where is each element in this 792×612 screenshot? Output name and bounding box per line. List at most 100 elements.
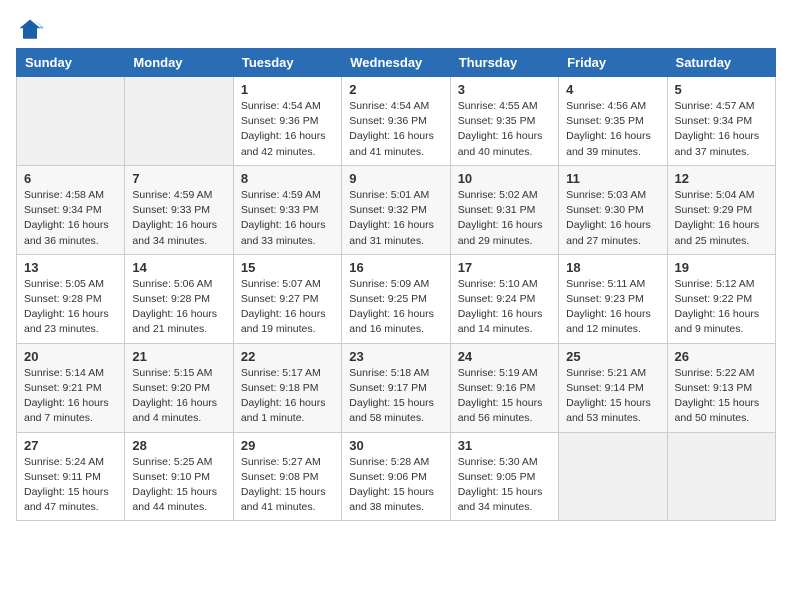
logo <box>16 16 48 44</box>
calendar-cell <box>559 432 667 521</box>
calendar-header-row: SundayMondayTuesdayWednesdayThursdayFrid… <box>17 49 776 77</box>
day-info: Sunrise: 5:28 AMSunset: 9:06 PMDaylight:… <box>349 455 442 516</box>
day-info: Sunrise: 5:03 AMSunset: 9:30 PMDaylight:… <box>566 188 659 249</box>
calendar-cell: 12 Sunrise: 5:04 AMSunset: 9:29 PMDayligh… <box>667 165 775 254</box>
day-info: Sunrise: 4:57 AMSunset: 9:34 PMDaylight:… <box>675 99 768 160</box>
day-info: Sunrise: 5:07 AMSunset: 9:27 PMDaylight:… <box>241 277 334 338</box>
day-number: 13 <box>24 260 117 275</box>
day-number: 3 <box>458 82 551 97</box>
day-info: Sunrise: 5:18 AMSunset: 9:17 PMDaylight:… <box>349 366 442 427</box>
calendar-cell: 5 Sunrise: 4:57 AMSunset: 9:34 PMDaylight… <box>667 77 775 166</box>
day-info: Sunrise: 5:06 AMSunset: 9:28 PMDaylight:… <box>132 277 225 338</box>
day-info: Sunrise: 5:10 AMSunset: 9:24 PMDaylight:… <box>458 277 551 338</box>
day-number: 31 <box>458 438 551 453</box>
calendar-week-row: 6 Sunrise: 4:58 AMSunset: 9:34 PMDaylight… <box>17 165 776 254</box>
day-info: Sunrise: 4:54 AMSunset: 9:36 PMDaylight:… <box>241 99 334 160</box>
day-info: Sunrise: 5:19 AMSunset: 9:16 PMDaylight:… <box>458 366 551 427</box>
day-info: Sunrise: 4:58 AMSunset: 9:34 PMDaylight:… <box>24 188 117 249</box>
calendar-cell: 9Sunrise: 5:01 AMSunset: 9:32 PMDaylight… <box>342 165 450 254</box>
day-info: Sunrise: 4:55 AMSunset: 9:35 PMDaylight:… <box>458 99 551 160</box>
day-info: Sunrise: 5:12 AMSunset: 9:22 PMDaylight:… <box>675 277 768 338</box>
calendar-cell: 17 Sunrise: 5:10 AMSunset: 9:24 PMDayligh… <box>450 254 558 343</box>
day-number: 23 <box>349 349 442 364</box>
calendar-header-monday: Monday <box>125 49 233 77</box>
day-number: 11 <box>566 171 659 186</box>
day-number: 12 <box>675 171 768 186</box>
calendar-cell: 14 Sunrise: 5:06 AMSunset: 9:28 PMDayligh… <box>125 254 233 343</box>
calendar-cell: 10 Sunrise: 5:02 AMSunset: 9:31 PMDayligh… <box>450 165 558 254</box>
calendar-header-friday: Friday <box>559 49 667 77</box>
calendar-cell: 20 Sunrise: 5:14 AMSunset: 9:21 PMDayligh… <box>17 343 125 432</box>
calendar-cell: 22 Sunrise: 5:17 AMSunset: 9:18 PMDayligh… <box>233 343 341 432</box>
calendar-week-row: 1 Sunrise: 4:54 AMSunset: 9:36 PMDaylight… <box>17 77 776 166</box>
day-number: 8 <box>241 171 334 186</box>
day-info: Sunrise: 5:24 AMSunset: 9:11 PMDaylight:… <box>24 455 117 516</box>
day-number: 16 <box>349 260 442 275</box>
calendar-cell: 29Sunrise: 5:27 AMSunset: 9:08 PMDayligh… <box>233 432 341 521</box>
day-number: 20 <box>24 349 117 364</box>
calendar-cell: 23 Sunrise: 5:18 AMSunset: 9:17 PMDayligh… <box>342 343 450 432</box>
calendar-table: SundayMondayTuesdayWednesdayThursdayFrid… <box>16 48 776 521</box>
calendar-week-row: 27 Sunrise: 5:24 AMSunset: 9:11 PMDayligh… <box>17 432 776 521</box>
day-info: Sunrise: 5:21 AMSunset: 9:14 PMDaylight:… <box>566 366 659 427</box>
day-info: Sunrise: 5:27 AMSunset: 9:08 PMDaylight:… <box>241 455 334 516</box>
calendar-cell: 26 Sunrise: 5:22 AMSunset: 9:13 PMDayligh… <box>667 343 775 432</box>
day-info: Sunrise: 4:56 AMSunset: 9:35 PMDaylight:… <box>566 99 659 160</box>
calendar-cell <box>667 432 775 521</box>
day-info: Sunrise: 4:59 AMSunset: 9:33 PMDaylight:… <box>241 188 334 249</box>
day-info: Sunrise: 5:11 AMSunset: 9:23 PMDaylight:… <box>566 277 659 338</box>
calendar-cell: 25 Sunrise: 5:21 AMSunset: 9:14 PMDayligh… <box>559 343 667 432</box>
calendar-cell: 4 Sunrise: 4:56 AMSunset: 9:35 PMDaylight… <box>559 77 667 166</box>
calendar-cell <box>17 77 125 166</box>
calendar-cell: 1 Sunrise: 4:54 AMSunset: 9:36 PMDaylight… <box>233 77 341 166</box>
calendar-cell: 24 Sunrise: 5:19 AMSunset: 9:16 PMDayligh… <box>450 343 558 432</box>
day-number: 28 <box>132 438 225 453</box>
calendar-cell: 21 Sunrise: 5:15 AMSunset: 9:20 PMDayligh… <box>125 343 233 432</box>
day-info: Sunrise: 5:02 AMSunset: 9:31 PMDaylight:… <box>458 188 551 249</box>
calendar-cell: 19 Sunrise: 5:12 AMSunset: 9:22 PMDayligh… <box>667 254 775 343</box>
calendar-cell: 8 Sunrise: 4:59 AMSunset: 9:33 PMDaylight… <box>233 165 341 254</box>
day-number: 21 <box>132 349 225 364</box>
calendar-header-thursday: Thursday <box>450 49 558 77</box>
day-number: 25 <box>566 349 659 364</box>
day-number: 15 <box>241 260 334 275</box>
day-info: Sunrise: 5:25 AMSunset: 9:10 PMDaylight:… <box>132 455 225 516</box>
day-number: 18 <box>566 260 659 275</box>
calendar-week-row: 13 Sunrise: 5:05 AMSunset: 9:28 PMDayligh… <box>17 254 776 343</box>
calendar-cell: 13 Sunrise: 5:05 AMSunset: 9:28 PMDayligh… <box>17 254 125 343</box>
day-number: 26 <box>675 349 768 364</box>
calendar-cell: 28 Sunrise: 5:25 AMSunset: 9:10 PMDayligh… <box>125 432 233 521</box>
day-info: Sunrise: 5:04 AMSunset: 9:29 PMDaylight:… <box>675 188 768 249</box>
day-number: 9 <box>349 171 442 186</box>
day-number: 5 <box>675 82 768 97</box>
day-number: 2 <box>349 82 442 97</box>
day-info: Sunrise: 5:14 AMSunset: 9:21 PMDaylight:… <box>24 366 117 427</box>
calendar-cell: 27 Sunrise: 5:24 AMSunset: 9:11 PMDayligh… <box>17 432 125 521</box>
day-number: 6 <box>24 171 117 186</box>
day-number: 17 <box>458 260 551 275</box>
day-info: Sunrise: 5:22 AMSunset: 9:13 PMDaylight:… <box>675 366 768 427</box>
calendar-cell: 15 Sunrise: 5:07 AMSunset: 9:27 PMDayligh… <box>233 254 341 343</box>
day-info: Sunrise: 5:17 AMSunset: 9:18 PMDaylight:… <box>241 366 334 427</box>
day-number: 10 <box>458 171 551 186</box>
calendar-header-tuesday: Tuesday <box>233 49 341 77</box>
day-number: 19 <box>675 260 768 275</box>
day-number: 24 <box>458 349 551 364</box>
day-info: Sunrise: 5:15 AMSunset: 9:20 PMDaylight:… <box>132 366 225 427</box>
day-number: 27 <box>24 438 117 453</box>
day-info: Sunrise: 5:09 AMSunset: 9:25 PMDaylight:… <box>349 277 442 338</box>
calendar-cell: 16 Sunrise: 5:09 AMSunset: 9:25 PMDayligh… <box>342 254 450 343</box>
day-number: 4 <box>566 82 659 97</box>
calendar-cell <box>125 77 233 166</box>
calendar-header-saturday: Saturday <box>667 49 775 77</box>
calendar-cell: 11 Sunrise: 5:03 AMSunset: 9:30 PMDayligh… <box>559 165 667 254</box>
calendar-cell: 3 Sunrise: 4:55 AMSunset: 9:35 PMDaylight… <box>450 77 558 166</box>
day-number: 7 <box>132 171 225 186</box>
day-info: Sunrise: 4:54 AMSunset: 9:36 PMDaylight:… <box>349 99 442 160</box>
day-info: Sunrise: 5:05 AMSunset: 9:28 PMDaylight:… <box>24 277 117 338</box>
logo-icon <box>16 16 44 44</box>
day-number: 22 <box>241 349 334 364</box>
day-number: 14 <box>132 260 225 275</box>
day-number: 30 <box>349 438 442 453</box>
day-number: 1 <box>241 82 334 97</box>
